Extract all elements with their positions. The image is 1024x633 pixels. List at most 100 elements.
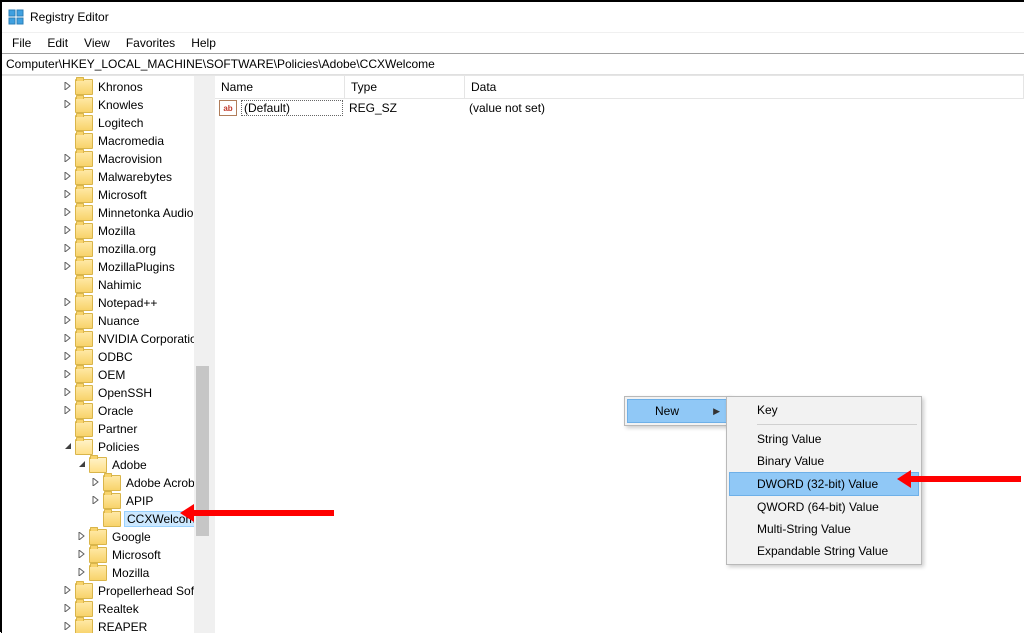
context-menu-item-label: DWORD (32-bit) Value (757, 477, 878, 491)
tree-item[interactable]: Partner (6, 420, 198, 438)
tree-item-label: NVIDIA Corporation (96, 332, 198, 346)
tree-item[interactable]: Malwarebytes (6, 168, 198, 186)
tree-item[interactable]: OpenSSH (6, 384, 198, 402)
address-bar[interactable]: Computer\HKEY_LOCAL_MACHINE\SOFTWARE\Pol… (2, 53, 1024, 75)
menu-edit[interactable]: Edit (39, 34, 76, 52)
folder-icon (75, 169, 93, 185)
tree-item[interactable]: mozilla.org (6, 240, 198, 258)
col-header-type[interactable]: Type (345, 76, 465, 98)
tree-item[interactable]: Macrovision (6, 150, 198, 168)
context-menu-item-label: Multi-String Value (757, 522, 851, 536)
menu-file[interactable]: File (4, 34, 39, 52)
registry-tree[interactable]: KhronosKnowlesLogitech Macromedia Macrovis… (2, 76, 198, 633)
expand-icon[interactable] (62, 154, 74, 165)
folder-icon (75, 79, 93, 95)
tree-item-label: APIP (124, 494, 155, 508)
expand-icon[interactable] (76, 550, 88, 561)
expand-icon[interactable] (62, 334, 74, 345)
tree-item[interactable]: CCXWelcome (6, 510, 198, 528)
expand-icon[interactable] (62, 298, 74, 309)
expand-icon[interactable] (62, 190, 74, 201)
tree-item[interactable]: MozillaPlugins (6, 258, 198, 276)
tree-item-label: Google (110, 530, 153, 544)
menu-favorites[interactable]: Favorites (118, 34, 183, 52)
context-menu-new[interactable]: New ▶ (627, 399, 727, 423)
context-menu-item[interactable]: QWORD (64-bit) Value (729, 496, 919, 518)
tree-item-label: Macromedia (96, 134, 166, 148)
tree-item-label: Minnetonka Audio Software (96, 206, 198, 220)
expand-icon[interactable] (62, 262, 74, 273)
expand-icon[interactable] (62, 406, 74, 417)
expand-icon[interactable] (76, 532, 88, 543)
context-menu-item[interactable]: Binary Value (729, 450, 919, 472)
tree-item[interactable]: Oracle (6, 402, 198, 420)
tree-item[interactable]: Propellerhead Software (6, 582, 198, 600)
collapse-icon[interactable] (76, 460, 88, 471)
context-menu-item[interactable]: DWORD (32-bit) Value (729, 472, 919, 496)
list-row[interactable]: ab (Default) REG_SZ (value not set) (215, 99, 1024, 117)
tree-scrollbar[interactable] (194, 76, 211, 633)
folder-icon (75, 151, 93, 167)
context-menu-item[interactable]: String Value (729, 428, 919, 450)
expand-icon[interactable] (62, 226, 74, 237)
tree-item[interactable]: Notepad++ (6, 294, 198, 312)
window-title: Registry Editor (30, 10, 109, 24)
tree-item-label: OpenSSH (96, 386, 154, 400)
expand-icon[interactable] (62, 622, 74, 633)
folder-icon (75, 439, 93, 455)
expand-icon[interactable] (76, 568, 88, 579)
context-menu-item[interactable]: Key (729, 399, 919, 421)
tree-item[interactable]: Minnetonka Audio Software (6, 204, 198, 222)
col-header-name[interactable]: Name (215, 76, 345, 98)
tree-item[interactable]: NVIDIA Corporation (6, 330, 198, 348)
expand-icon[interactable] (62, 172, 74, 183)
expand-icon[interactable] (62, 586, 74, 597)
context-menu-item[interactable]: Multi-String Value (729, 518, 919, 540)
folder-icon (75, 97, 93, 113)
tree-item[interactable]: Nuance (6, 312, 198, 330)
tree-item[interactable]: Nahimic (6, 276, 198, 294)
expand-icon[interactable] (90, 496, 102, 507)
expand-icon[interactable] (62, 604, 74, 615)
tree-item[interactable]: Realtek (6, 600, 198, 618)
tree-item-label: Policies (96, 440, 141, 454)
expand-icon[interactable] (62, 316, 74, 327)
expand-icon[interactable] (62, 244, 74, 255)
context-menu-item-label: Binary Value (757, 454, 824, 468)
expand-icon[interactable] (62, 82, 74, 93)
collapse-icon[interactable] (62, 442, 74, 453)
value-list-pane: Name Type Data ab (Default) REG_SZ (valu… (215, 76, 1024, 633)
tree-item[interactable]: OEM (6, 366, 198, 384)
tree-item[interactable]: ODBC (6, 348, 198, 366)
tree-item[interactable]: Adobe Acrobat (6, 474, 198, 492)
tree-item-label: Nahimic (96, 278, 143, 292)
expand-icon[interactable] (62, 388, 74, 399)
tree-item-label: Mozilla (96, 224, 137, 238)
expand-icon[interactable] (90, 478, 102, 489)
expand-icon[interactable] (62, 208, 74, 219)
tree-item[interactable]: Microsoft (6, 546, 198, 564)
folder-icon (89, 547, 107, 563)
tree-item[interactable]: REAPER (6, 618, 198, 633)
menu-help[interactable]: Help (183, 34, 224, 52)
menu-view[interactable]: View (76, 34, 118, 52)
context-menu-item[interactable]: Expandable String Value (729, 540, 919, 562)
tree-item[interactable]: Microsoft (6, 186, 198, 204)
tree-item[interactable]: Google (6, 528, 198, 546)
context-menu-item-label: Key (757, 403, 778, 417)
expand-icon[interactable] (62, 100, 74, 111)
tree-item[interactable]: Knowles (6, 96, 198, 114)
tree-item[interactable]: Adobe (6, 456, 198, 474)
tree-item[interactable]: Policies (6, 438, 198, 456)
tree-item[interactable]: Macromedia (6, 132, 198, 150)
col-header-data[interactable]: Data (465, 76, 1024, 98)
tree-item[interactable]: APIP (6, 492, 198, 510)
tree-item[interactable]: Mozilla (6, 564, 198, 582)
folder-icon (75, 187, 93, 203)
tree-item[interactable]: Mozilla (6, 222, 198, 240)
folder-icon (103, 511, 121, 527)
expand-icon[interactable] (62, 370, 74, 381)
tree-item[interactable]: Khronos (6, 78, 198, 96)
tree-item[interactable]: Logitech (6, 114, 198, 132)
expand-icon[interactable] (62, 352, 74, 363)
